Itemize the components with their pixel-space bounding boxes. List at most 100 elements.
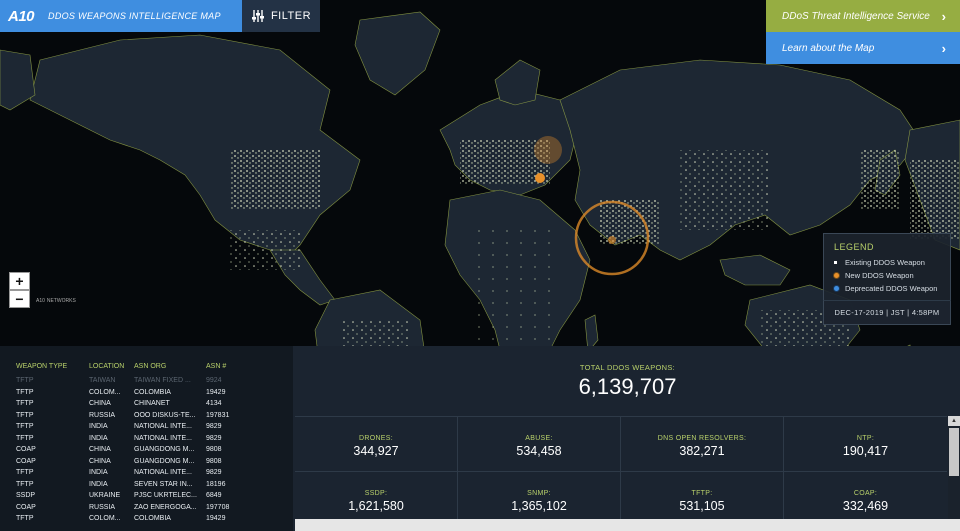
top-right-links: DDoS Threat Intelligence Service › Learn… (766, 0, 960, 64)
table-row: TFTP TAIWAN TAIWAN FIXED ... 9924 (0, 375, 293, 387)
existing-weapon-swatch (834, 261, 837, 264)
new-weapon-pulse (534, 136, 562, 164)
stat-label: SNMP: (527, 490, 551, 497)
scroll-thumb[interactable] (949, 428, 959, 476)
cell-location: CHINA (89, 400, 111, 407)
stat-label: TFTP: (691, 490, 713, 497)
table-body: TFTP TAIWAN TAIWAN FIXED ... 9924 TFTP COLOM.… (0, 375, 293, 525)
chevron-right-icon: › (941, 8, 946, 24)
cell-asn-number: 18196 (206, 480, 226, 488)
stat-value: 1,365,102 (511, 499, 567, 513)
cell-location: CHINA (89, 457, 111, 465)
map-attribution-sub: NETWORKS (46, 298, 76, 304)
zoom-in-button[interactable]: + (9, 272, 30, 290)
cell-asn-number: 9829 (206, 469, 222, 476)
stat-value: 344,927 (353, 444, 399, 458)
cell-weapon-type: COAP (16, 446, 36, 453)
cell-location: INDIA (89, 469, 108, 476)
table-row: COAP RUSSIA ZAO ENERGOGA... 197708 (0, 502, 293, 514)
stat-abuse: ABUSE: 534,458 (458, 417, 621, 472)
legend-item-new: New DDOS Weapon (834, 271, 940, 280)
cell-asn-number: 197831 (206, 411, 230, 419)
cell-weapon-type: COAP (16, 503, 36, 511)
new-weapon-marker (535, 173, 545, 183)
total-weapons-value: 6,139,707 (578, 374, 677, 399)
scroll-up-icon[interactable]: ▲ (948, 416, 960, 426)
table-row: TFTP INDIA NATIONAL INTE... 9829 (0, 433, 293, 445)
cell-location: TAIWAN (89, 377, 116, 384)
cell-weapon-type: TFTP (16, 469, 34, 476)
col-weapon-type[interactable]: WEAPON TYPE (16, 363, 89, 375)
vertical-scrollbar[interactable]: ▲ (948, 416, 960, 521)
cell-asn-org: ZAO ENERGOGA... (134, 503, 197, 511)
stat-value: 332,469 (842, 499, 889, 513)
cell-location: INDIA (89, 480, 108, 488)
weapon-category-grid: DRONES: 344,927 ABUSE: 534,458 DNS OPEN … (295, 416, 947, 527)
cell-location: INDIA (89, 434, 108, 442)
new-weapon-swatch (834, 273, 839, 278)
header-bar: A10 DDOS WEAPONS INTELLIGENCE MAP FILTER (0, 0, 320, 32)
stat-drones: DRONES: 344,927 (295, 417, 458, 472)
legend-item-deprecated: Deprecated DDOS Weapon (834, 284, 940, 293)
stat-value: 534,458 (516, 444, 562, 458)
col-location[interactable]: LOCATION (89, 363, 134, 375)
stat-dns-open-resolvers: DNS OPEN RESOLVERS: 382,271 (621, 417, 784, 472)
cell-location: RUSSIA (89, 411, 116, 419)
legend-item-label: Deprecated DDOS Weapon (845, 284, 938, 293)
cell-weapon-type: TFTP (16, 411, 34, 419)
weapon-activity-table: WEAPON TYPE LOCATION ASN ORG ASN # TFTP T… (0, 346, 293, 531)
threat-intel-service-button[interactable]: DDoS Threat Intelligence Service › (766, 0, 960, 32)
table-row: SSDP UKRAINE PJSC UKRTELEC... 6849 (0, 490, 293, 502)
cell-asn-number: 4134 (206, 400, 222, 407)
cell-location: INDIA (89, 423, 108, 430)
cell-weapon-type: TFTP (16, 377, 34, 384)
cell-weapon-type: SSDP (16, 492, 36, 499)
cell-weapon-type: TFTP (16, 515, 34, 522)
learn-about-map-label: Learn about the Map (782, 42, 875, 54)
total-weapons-label: TOTAL DDOS WEAPONS: (579, 363, 676, 372)
cell-weapon-type: TFTP (16, 400, 34, 407)
cell-asn-org: GUANGDONG M... (134, 446, 195, 453)
cell-weapon-type: COAP (16, 457, 36, 465)
cell-location: UKRAINE (89, 492, 121, 499)
cell-location: RUSSIA (89, 503, 116, 511)
a10-logo[interactable]: A10 (8, 8, 35, 25)
cell-asn-org: COLOMBIA (134, 515, 171, 522)
cell-asn-number: 197708 (206, 503, 230, 511)
cell-asn-number: 9808 (206, 446, 222, 453)
weapon-totals: TOTAL DDOS WEAPONS: 6,139,707 DRONES: 34… (295, 346, 960, 531)
legend-item-existing: Existing DDOS Weapon (834, 258, 940, 267)
learn-about-map-button[interactable]: Learn about the Map › (766, 32, 960, 64)
table-row: TFTP INDIA NATIONAL INTE... 9829 (0, 467, 293, 479)
stat-label: SSDP: (364, 490, 388, 497)
legend-item-label: Existing DDOS Weapon (845, 258, 925, 267)
horizontal-scrollbar[interactable] (295, 519, 960, 531)
timestamp: DEC-17-2019 | JST | 4:58PM (823, 300, 951, 325)
cell-weapon-type: TFTP (16, 423, 34, 430)
stat-value: 531,105 (679, 499, 725, 513)
stat-value: 190,417 (842, 444, 889, 458)
col-asn-org[interactable]: ASN ORG (134, 363, 206, 375)
filter-button[interactable]: FILTER (242, 0, 320, 32)
cell-asn-org: COLOMBIA (134, 388, 171, 396)
new-weapon-center (608, 236, 616, 244)
stat-label: COAP: (853, 490, 878, 497)
zoom-out-button[interactable]: − (9, 290, 30, 308)
cell-asn-org: PJSC UKRTELEC... (134, 492, 197, 499)
table-row: COAP CHINA GUANGDONG M... 9808 (0, 444, 293, 456)
col-asn-number[interactable]: ASN # (206, 363, 246, 375)
cell-asn-org: NATIONAL INTE... (134, 434, 192, 442)
table-row: COAP CHINA GUANGDONG M... 9808 (0, 456, 293, 468)
cell-asn-org: SEVEN STAR IN... (134, 480, 193, 488)
table-row: TFTP COLOM... COLOMBIA 19429 (0, 513, 293, 525)
app-title: DDOS WEAPONS INTELLIGENCE MAP (48, 11, 221, 21)
cell-asn-org: TAIWAN FIXED ... (134, 377, 191, 384)
cell-weapon-type: TFTP (16, 480, 34, 488)
stat-label: DNS OPEN RESOLVERS: (657, 435, 747, 442)
deprecated-weapon-swatch (834, 286, 839, 291)
cell-asn-org: GUANGDONG M... (134, 457, 195, 465)
stat-label: DRONES: (359, 435, 393, 442)
table-row: TFTP COLOM... COLOMBIA 19429 (0, 387, 293, 399)
table-row: TFTP INDIA NATIONAL INTE... 9829 (0, 421, 293, 433)
cell-weapon-type: TFTP (16, 388, 34, 396)
